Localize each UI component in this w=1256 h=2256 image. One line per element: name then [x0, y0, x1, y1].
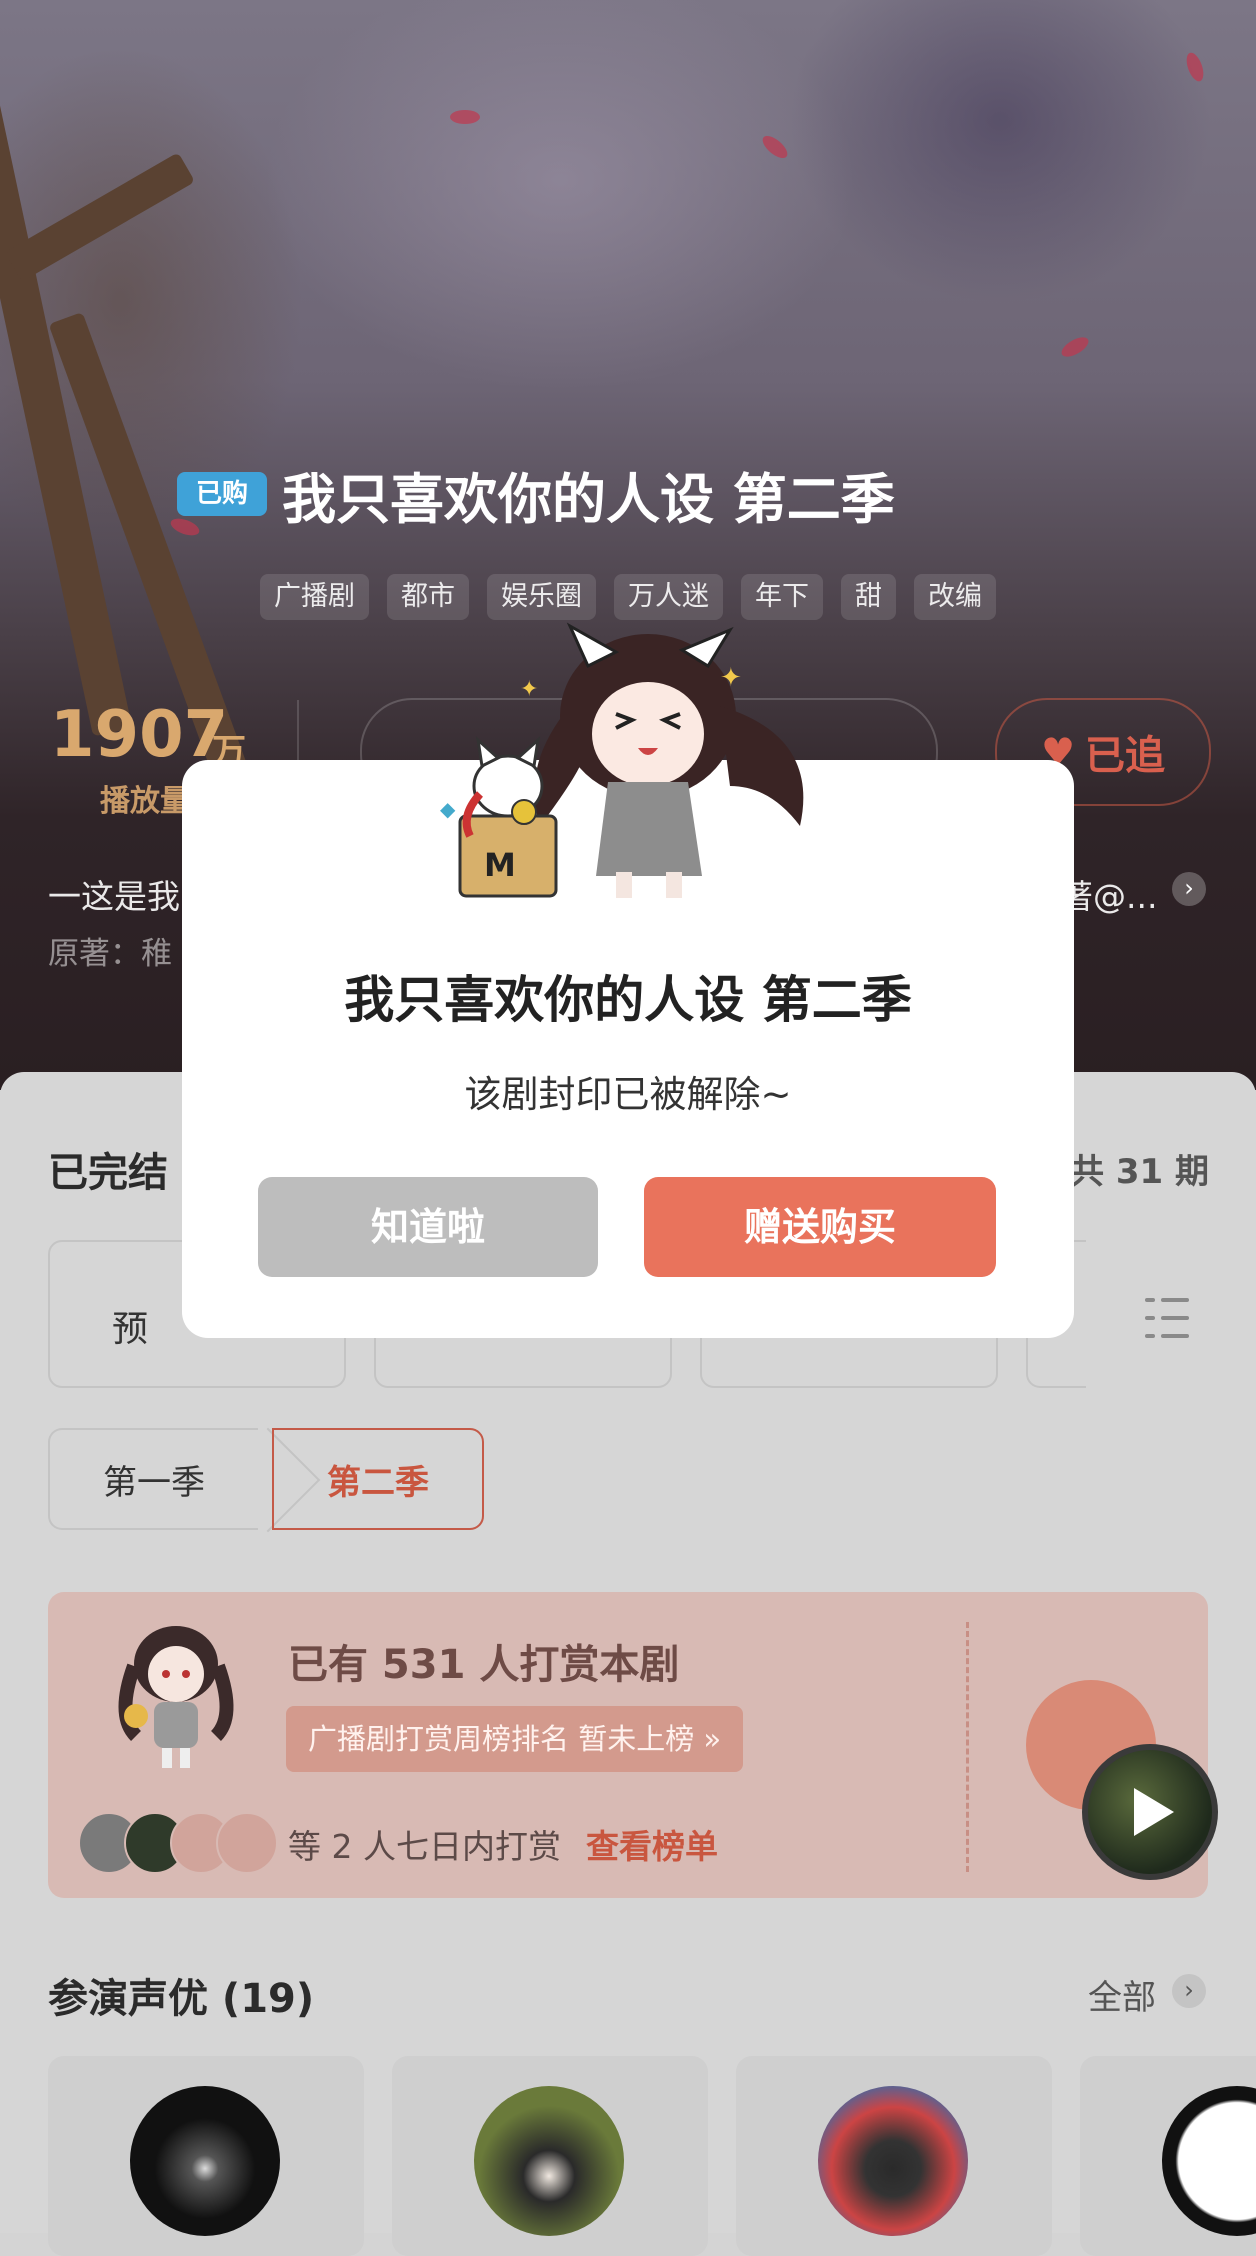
svg-text:✦: ✦ — [520, 677, 538, 702]
ok-button[interactable]: 知道啦 — [258, 1177, 598, 1277]
mascot-illustration: M ✦ ✦ ◆ — [440, 622, 804, 898]
svg-text:M: M — [484, 846, 516, 884]
dialog-message: 该剧封印已被解除~ — [464, 1073, 792, 1116]
gift-purchase-button[interactable]: 赠送购买 — [644, 1177, 996, 1277]
dialog-title: 我只喜欢你的人设 第二季 — [344, 971, 912, 1029]
svg-text:◆: ◆ — [440, 797, 456, 821]
svg-text:✦: ✦ — [720, 663, 742, 693]
